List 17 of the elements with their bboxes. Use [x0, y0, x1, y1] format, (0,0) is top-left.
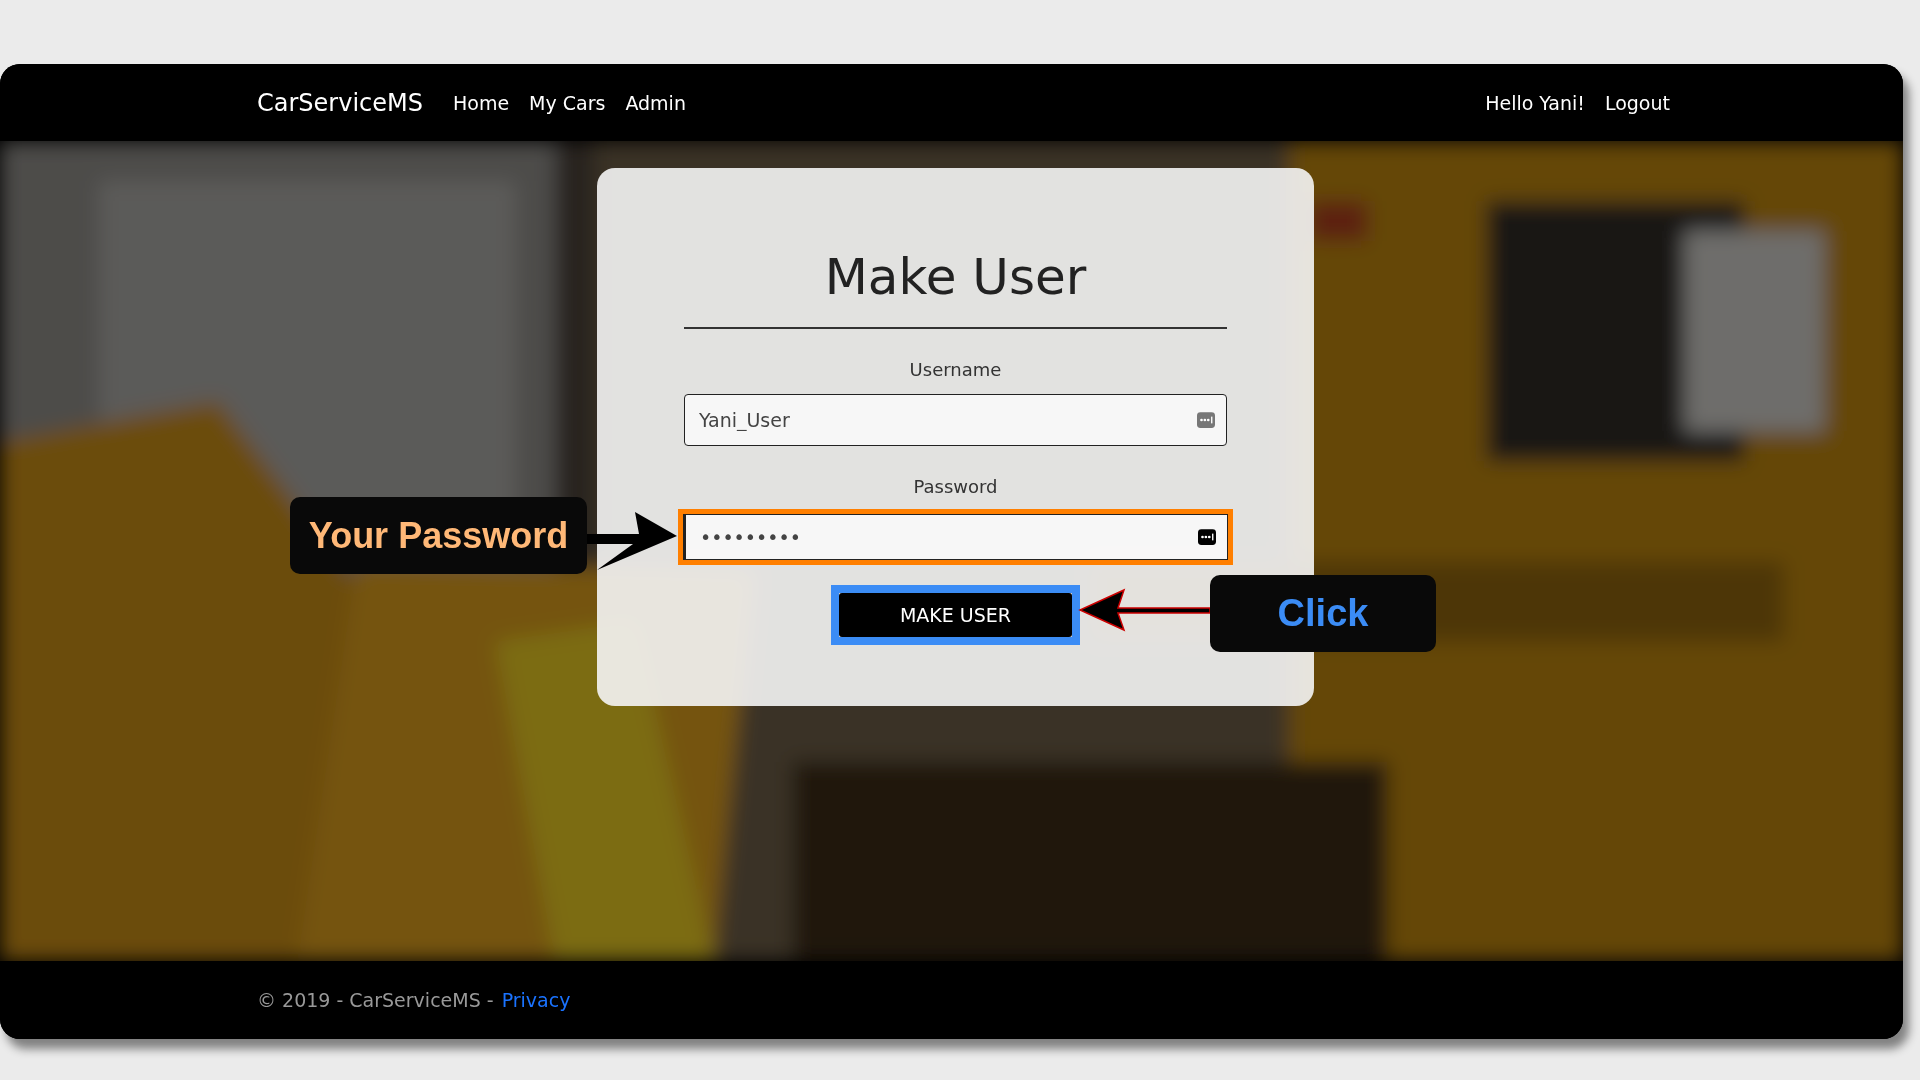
brand-link[interactable]: CarServiceMS — [257, 88, 423, 117]
callout-label: Your Password — [308, 514, 569, 557]
field-label: Username — [909, 359, 1002, 380]
greeting-text: Hello Yani! — [1485, 91, 1585, 114]
callout-label: Click — [1277, 592, 1369, 635]
logout-link[interactable]: Logout — [1604, 91, 1670, 114]
nav-link[interactable]: Home — [453, 91, 510, 114]
nav-link[interactable]: My Cars — [529, 91, 606, 114]
nav-link[interactable]: Admin — [625, 91, 686, 114]
field-label: Password — [913, 476, 998, 497]
form-title: Make User — [824, 250, 1087, 305]
privacy-link[interactable]: Privacy — [501, 989, 571, 1011]
make-user-button[interactable]: MAKE USER — [839, 593, 1072, 637]
input-field[interactable]: Yani_User — [684, 394, 1227, 446]
input-field[interactable]: ••••••••• — [683, 514, 1228, 560]
password-manager-icon[interactable] — [1198, 529, 1216, 545]
copyright-text: © 2019 - CarServiceMS - — [257, 989, 494, 1011]
